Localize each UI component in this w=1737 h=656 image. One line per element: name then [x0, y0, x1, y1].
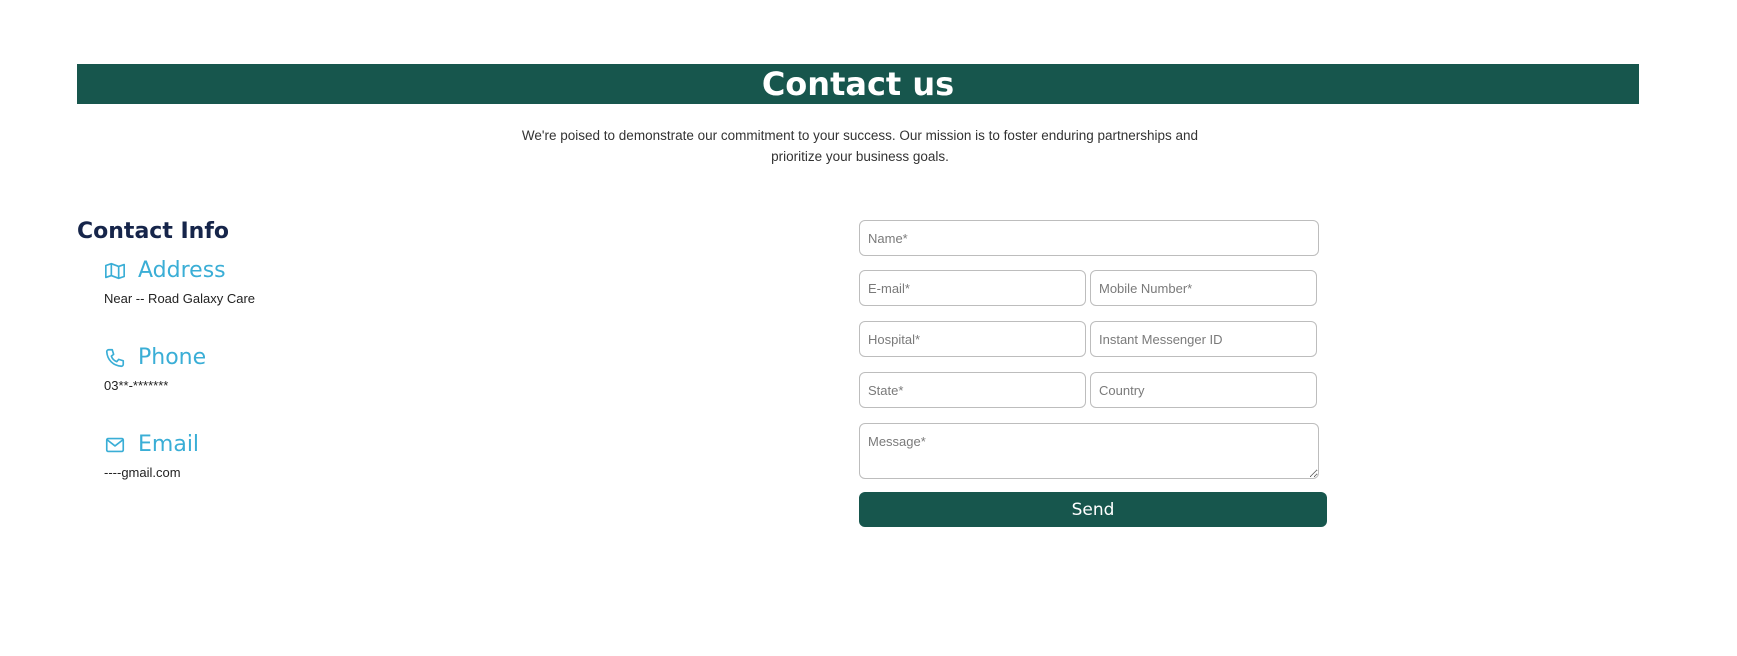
phone-label: Phone [138, 345, 207, 370]
state-input[interactable] [859, 372, 1086, 408]
mail-icon [104, 434, 126, 456]
address-label: Address [138, 258, 226, 283]
phone-icon [104, 347, 126, 369]
email-input[interactable] [859, 270, 1086, 306]
mobile-number-input[interactable] [1090, 270, 1317, 306]
header-banner: Contact us [77, 64, 1639, 104]
phone-block: Phone 03**-******* [104, 345, 206, 393]
address-value: Near -- Road Galaxy Care [104, 291, 255, 306]
contact-info-heading: Contact Info [77, 219, 230, 244]
instant-messenger-input[interactable] [1090, 321, 1317, 357]
country-input[interactable] [1090, 372, 1317, 408]
send-button[interactable]: Send [859, 492, 1327, 527]
map-icon [104, 260, 126, 282]
phone-value: 03**-******* [104, 378, 169, 393]
email-block: Email ----gmail.com [104, 432, 199, 480]
email-label: Email [138, 432, 200, 457]
address-block: Address Near -- Road Galaxy Care [104, 258, 255, 306]
page-title: Contact us [761, 65, 955, 103]
email-value: ----gmail.com [104, 465, 181, 480]
page-subtitle: We're poised to demonstrate our commitme… [521, 128, 1199, 164]
hospital-input[interactable] [859, 321, 1086, 357]
name-input[interactable] [859, 220, 1319, 256]
contact-page: Contact us We're poised to demonstrate o… [0, 0, 1737, 656]
message-textarea[interactable] [859, 423, 1319, 479]
